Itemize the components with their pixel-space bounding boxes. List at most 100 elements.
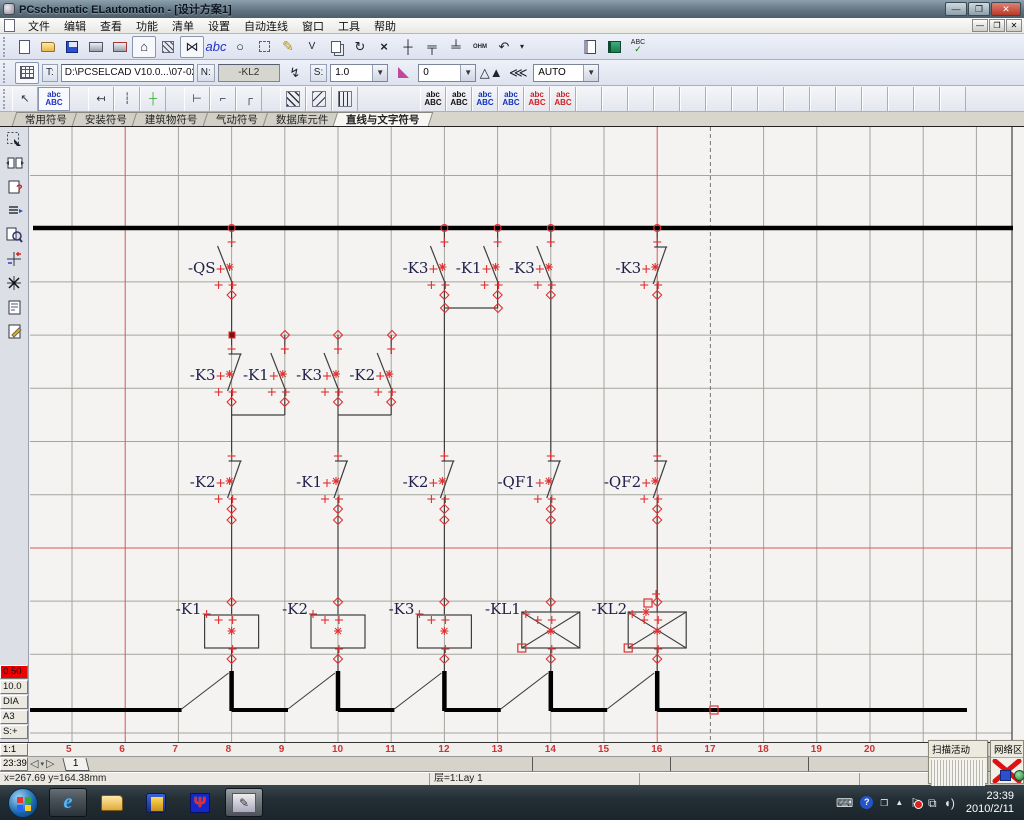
select-grid-icon[interactable] <box>0 127 29 151</box>
taskbar-pcschematic-button[interactable]: ✎ <box>225 788 263 817</box>
keyboard-tray-icon[interactable]: ⌨ <box>836 797 853 809</box>
zoom-ratio-cell[interactable]: 1:1 <box>0 743 28 756</box>
network-tray-icon[interactable]: ⧉ <box>928 797 937 809</box>
book-help-icon[interactable]: ? <box>0 175 29 199</box>
line-tool-5[interactable]: ⌐ <box>210 87 236 111</box>
mdi-minimize-button[interactable]: — <box>972 19 988 32</box>
tab-建筑物符号[interactable]: 建筑物符号 <box>132 112 211 126</box>
text-style-button-3[interactable]: abcABC <box>472 87 498 111</box>
chevron-down-icon[interactable]: ▼ <box>583 65 598 81</box>
tab-数据库元件[interactable]: 数据库元件 <box>262 112 341 126</box>
mirror-button[interactable]: △▲ <box>479 62 503 84</box>
page-forward-button[interactable]: ▷ <box>46 758 54 770</box>
save-button[interactable] <box>60 36 84 58</box>
menu-item-2[interactable]: 编辑 <box>57 17 93 35</box>
delete-button[interactable]: × <box>372 36 396 58</box>
mode-select[interactable]: AUTO▼ <box>533 64 599 82</box>
pin-down-button[interactable]: ╧ <box>444 36 468 58</box>
menu-item-5[interactable]: 清单 <box>165 17 201 35</box>
symbol-bowtie-button[interactable]: ⋈ <box>180 36 204 58</box>
register-button[interactable] <box>578 36 602 58</box>
taskbar-media-button[interactable] <box>137 788 175 817</box>
menu-item-6[interactable]: 设置 <box>201 17 237 35</box>
area-select-button[interactable] <box>252 36 276 58</box>
taskbar-folder-button[interactable] <box>93 788 131 817</box>
symbol-book-icon[interactable] <box>0 151 29 175</box>
symbol-mode-button[interactable]: ⌂ <box>132 36 156 58</box>
text-style-button-2[interactable]: abcABC <box>446 87 472 111</box>
start-button[interactable] <box>8 788 38 818</box>
print-button[interactable] <box>84 36 108 58</box>
snap-button[interactable]: ⋘ <box>506 62 530 84</box>
line-tool-4[interactable]: ⊢ <box>184 87 210 111</box>
title-field[interactable]: D:\PCSELCAD V10.0...\07-02-0 <box>61 64 194 82</box>
mdi-restore-button[interactable]: ❐ <box>989 19 1005 32</box>
document-edit-icon[interactable] <box>0 319 29 343</box>
pointer-tool-button[interactable]: ↖ <box>12 87 38 111</box>
chevron-down-icon[interactable]: ▼ <box>372 65 387 81</box>
list-menu-icon[interactable] <box>0 199 29 223</box>
globe-tray-icon[interactable] <box>1014 770 1024 781</box>
scale-select[interactable]: 1.0▼ <box>330 64 388 82</box>
tab-安装符号[interactable]: 安装符号 <box>72 112 141 126</box>
document-list-icon[interactable] <box>0 295 29 319</box>
undo-button[interactable]: ↶ <box>492 36 516 58</box>
crosshair-off-icon[interactable] <box>0 271 29 295</box>
page-tab-1[interactable]: 1 <box>63 758 90 771</box>
tab-常用符号[interactable]: 常用符号 <box>12 112 81 126</box>
hatch-tool-2[interactable] <box>306 87 332 111</box>
text-mode-button[interactable]: abc <box>204 36 228 58</box>
open-button[interactable] <box>36 36 60 58</box>
text-tool-button[interactable]: abcABC <box>38 87 70 111</box>
pin-up-button[interactable]: ╤ <box>420 36 444 58</box>
name-field[interactable]: -KL2 <box>218 64 280 82</box>
line-tool-1[interactable]: ↤ <box>88 87 114 111</box>
menu-item-10[interactable]: 帮助 <box>367 17 403 35</box>
text-style-button-5[interactable]: abcABC <box>524 87 550 111</box>
page-back-button[interactable]: ◁ <box>30 758 38 770</box>
crosshair-snap-icon[interactable] <box>0 247 29 271</box>
minimize-button[interactable]: — <box>945 2 967 16</box>
chevron-down-icon[interactable]: ▼ <box>460 65 475 81</box>
angle-select[interactable]: 0▼ <box>418 64 476 82</box>
volume-tray-icon[interactable]: ◖) <box>944 797 955 809</box>
schematic-canvas[interactable]: -QS-K3-K1-K3-K3-K3-K1-K3-K2-K2-K1-K2-QF1… <box>29 127 1024 742</box>
rotate-button[interactable]: ↻ <box>348 36 372 58</box>
taskbar-ie-button[interactable]: e <box>49 788 87 817</box>
save-tray-icon[interactable] <box>1000 770 1011 781</box>
database-button[interactable] <box>602 36 626 58</box>
spellcheck-button[interactable]: ABC✓ <box>626 36 650 58</box>
mdi-close-button[interactable]: ✕ <box>1006 19 1022 32</box>
taskbar-clock[interactable]: 23:392010/2/11 <box>966 790 1014 816</box>
menu-item-3[interactable]: 查看 <box>93 17 129 35</box>
close-button[interactable]: ✕ <box>991 2 1021 16</box>
hatch-tool-1[interactable] <box>280 87 306 111</box>
text-style-button-1[interactable]: abcABC <box>420 87 446 111</box>
line-tool-2[interactable]: ┆ <box>114 87 140 111</box>
ohm-meter-button[interactable]: OHM <box>468 36 492 58</box>
new-document-button[interactable] <box>12 36 36 58</box>
menu-item-8[interactable]: 窗口 <box>295 17 331 35</box>
maximize-button[interactable]: ❐ <box>968 2 990 16</box>
copy-button[interactable] <box>324 36 348 58</box>
symbol-grid-button[interactable] <box>15 62 39 84</box>
taskbar-trident-button[interactable]: Ψ <box>181 788 219 817</box>
window-tray-icon[interactable]: ❐ <box>880 797 888 809</box>
hatch-tool-3[interactable] <box>332 87 358 111</box>
line-tool-3[interactable]: ┼ <box>140 87 166 111</box>
pencil-tool-button[interactable]: ✎ <box>276 36 300 58</box>
line-tool-6[interactable]: ┌ <box>236 87 262 111</box>
menu-item-4[interactable]: 功能 <box>129 17 165 35</box>
circle-tool-button[interactable]: ○ <box>228 36 252 58</box>
action-center-icon[interactable]: ⚐ <box>910 797 921 809</box>
print-setup-button[interactable] <box>108 36 132 58</box>
tab-直线与文字符号[interactable]: 直线与文字符号 <box>333 112 433 126</box>
tab-气动符号[interactable]: 气动符号 <box>202 112 271 126</box>
help-tray-icon[interactable]: ? <box>860 796 873 809</box>
page-history-dropdown[interactable]: ▾ <box>40 760 44 768</box>
undo-dropdown[interactable]: ▾ <box>516 36 528 58</box>
text-style-button-4[interactable]: abcABC <box>498 87 524 111</box>
menu-item-9[interactable]: 工具 <box>331 17 367 35</box>
find-symbol-icon[interactable] <box>0 223 29 247</box>
move-button[interactable]: ┼ <box>396 36 420 58</box>
